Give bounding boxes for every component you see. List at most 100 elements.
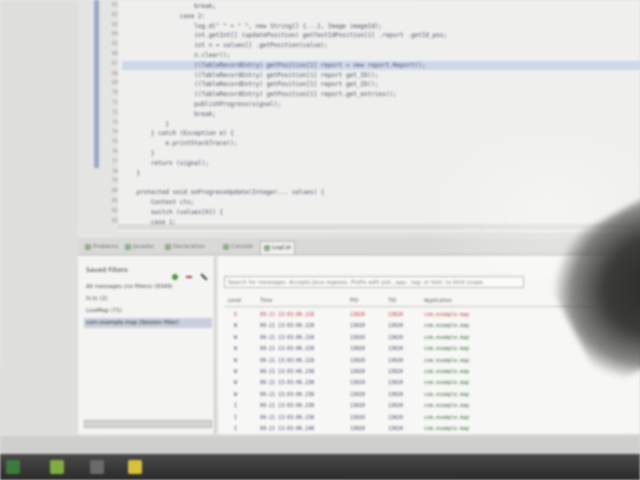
log-row[interactable]: I 09-21 13:03:06.238 13020 13020 com.example… bbox=[224, 401, 640, 411]
log-cell-tid: 13020 bbox=[388, 391, 404, 398]
code-line[interactable]: int.getInt[] (updatePosition) getTextIdP… bbox=[122, 31, 640, 40]
filter-item[interactable]: All messages (no filters) (9349) bbox=[84, 282, 212, 292]
tab-problems[interactable]: Problems bbox=[82, 241, 121, 253]
line-number: 74 bbox=[111, 129, 118, 136]
code-line[interactable]: case 2: bbox=[122, 12, 640, 21]
line-number: 64 bbox=[111, 31, 118, 38]
line-number: 70 bbox=[111, 90, 118, 97]
log-cell-level: W bbox=[234, 334, 238, 341]
filter-item[interactable]: com.example.map (Session filter) bbox=[84, 318, 212, 328]
line-number: 62 bbox=[111, 11, 118, 18]
log-cell-tid: 13020 bbox=[388, 380, 404, 387]
log-cell-tid: 13020 bbox=[388, 369, 404, 375]
log-cell-pid: 13020 bbox=[350, 323, 366, 330]
code-line[interactable]: break; bbox=[122, 2, 640, 11]
log-cell-tid: 13020 bbox=[388, 403, 404, 410]
filter-item[interactable]: LiveMap (71) bbox=[84, 306, 212, 316]
header-pid[interactable]: PID bbox=[350, 296, 358, 306]
log-cell-level: W bbox=[234, 346, 238, 353]
log-row[interactable]: I 09-21 13:03:06.238 13020 13020 com.example… bbox=[224, 413, 640, 423]
log-cell-time: 09-21 13:03:06.238 bbox=[260, 391, 315, 398]
line-number: 68 bbox=[111, 70, 118, 77]
add-filter-icon[interactable] bbox=[171, 273, 178, 280]
filter-item[interactable]: hi.tc (2) bbox=[84, 294, 212, 304]
log-cell-level: E bbox=[234, 312, 238, 318]
editor-left-margin bbox=[0, 0, 78, 440]
tab-javadoc[interactable]: Javadoc bbox=[122, 241, 158, 253]
tab-console[interactable]: Console bbox=[220, 241, 256, 253]
folder-icon[interactable] bbox=[90, 460, 104, 474]
start-icon[interactable] bbox=[6, 460, 20, 474]
tab-label: Javadoc bbox=[133, 244, 155, 250]
log-cell-pid: 13020 bbox=[350, 312, 366, 318]
log-cell-time: 09-21 13:03:06.238 bbox=[260, 380, 315, 387]
tab-icon bbox=[125, 243, 131, 250]
log-cell-time: 09-21 13:03:06.228 bbox=[260, 334, 315, 341]
log-cell-time: 09-21 13:03:06.228 bbox=[260, 357, 315, 364]
log-cell-app: com.example.map bbox=[424, 414, 470, 421]
log-cell-tid: 13020 bbox=[388, 346, 404, 353]
tab-icon bbox=[264, 244, 270, 251]
eclipse-icon[interactable] bbox=[128, 460, 142, 474]
log-cell-app: com.example.map bbox=[424, 391, 470, 398]
log-cell-time: 09-21 13:03:06.248 bbox=[260, 426, 315, 432]
log-row[interactable]: W 09-21 13:03:06.238 13020 13020 com.example… bbox=[224, 390, 640, 400]
line-number-gutter: 61 62 63 64 65 66 67 68 69 70 71 72 73 74 75 76 77 78 79 80… bbox=[78, 0, 118, 232]
header-level[interactable]: Level bbox=[228, 296, 241, 306]
tab-logcat[interactable]: LogCat bbox=[260, 241, 296, 254]
log-cell-pid: 13020 bbox=[350, 357, 366, 364]
header-time[interactable]: Time bbox=[260, 296, 272, 306]
photo-of-monitor: 61 62 63 64 65 66 67 68 69 70 71 72 73 74 75 76 77 78 79 80… bbox=[0, 0, 640, 480]
tab-icon bbox=[223, 243, 229, 250]
line-number: 79 bbox=[111, 178, 118, 185]
log-cell-tid: 13020 bbox=[388, 414, 404, 421]
log-cell-time: 09-21 13:03:06.238 bbox=[260, 403, 315, 410]
tab-declaration[interactable]: Declaration bbox=[162, 241, 208, 253]
log-cell-app: com.example.map bbox=[424, 357, 470, 364]
line-number: 69 bbox=[111, 80, 118, 87]
line-number: 82 bbox=[111, 207, 118, 214]
tab-label: Problems bbox=[93, 244, 119, 250]
log-cell-level: W bbox=[234, 323, 238, 330]
log-cell-app: com.example.map bbox=[424, 323, 470, 330]
code-line[interactable]: ((TableRecordEntry) getPosition[1] repor… bbox=[122, 80, 640, 89]
log-cell-pid: 13020 bbox=[350, 426, 366, 432]
app-icon[interactable] bbox=[50, 460, 64, 474]
log-cell-time: 09-21 13:03:06.238 bbox=[260, 414, 315, 421]
header-tid[interactable]: TID bbox=[388, 296, 396, 306]
log-cell-pid: 13020 bbox=[350, 403, 366, 410]
code-line[interactable]: log.d(" " + " ", new String[] {...}, Ima… bbox=[122, 22, 640, 31]
line-number: 63 bbox=[111, 21, 118, 28]
code-line[interactable]: ((TableRecordEntry) getPosition[1] repor… bbox=[122, 60, 640, 70]
edit-filter-icon[interactable] bbox=[200, 272, 208, 281]
monitor-content: 61 62 63 64 65 66 67 68 69 70 71 72 73 74 75 76 77 78 79 80… bbox=[0, 0, 640, 480]
code-line[interactable]: n.clear(); bbox=[122, 51, 640, 60]
log-row[interactable]: W 09-21 13:03:06.228 13020 13020 com.example… bbox=[224, 344, 640, 354]
log-cell-level: W bbox=[234, 391, 238, 398]
log-cell-time: 09-21 13:03:06.228 bbox=[260, 323, 315, 330]
code-line[interactable]: int n = values[] .getPosition(value); bbox=[122, 41, 640, 50]
taskbar bbox=[0, 454, 640, 480]
filters-horizontal-scrollbar[interactable] bbox=[84, 420, 212, 428]
code-line[interactable]: ((TableRecordEntry) getPosition[1] repor… bbox=[122, 90, 640, 99]
log-cell-app: com.example.map bbox=[424, 334, 470, 341]
log-cell-level: W bbox=[234, 380, 238, 387]
log-cell-tid: 13020 bbox=[388, 426, 404, 432]
log-row[interactable]: W 09-21 13:03:06.238 13020 13020 com.example… bbox=[224, 378, 640, 388]
code-line[interactable]: ((TableRecordEntry) getPosition[1] repor… bbox=[122, 71, 640, 80]
tab-label: LogCat bbox=[272, 245, 292, 251]
line-number: 66 bbox=[111, 51, 118, 57]
status-strip bbox=[0, 436, 640, 454]
log-cell-tid: 13020 bbox=[388, 323, 404, 330]
code-line[interactable]: publishProgress(signal); bbox=[122, 100, 640, 109]
remove-filter-icon[interactable] bbox=[185, 275, 192, 278]
code-line[interactable]: break; bbox=[122, 110, 640, 119]
line-number: 83 bbox=[111, 217, 118, 224]
log-row[interactable]: W 09-21 13:03:06.238 13020 13020 com.example… bbox=[224, 367, 640, 377]
line-number: 65 bbox=[111, 41, 118, 48]
log-cell-app: com.example.map bbox=[424, 426, 470, 432]
log-cell-app: com.example.map bbox=[424, 403, 470, 410]
line-number: 71 bbox=[111, 100, 118, 106]
log-row[interactable]: I 09-21 13:03:06.248 13020 13020 com.example… bbox=[224, 424, 640, 434]
log-row[interactable]: W 09-21 13:03:06.228 13020 13020 com.example… bbox=[224, 356, 640, 366]
